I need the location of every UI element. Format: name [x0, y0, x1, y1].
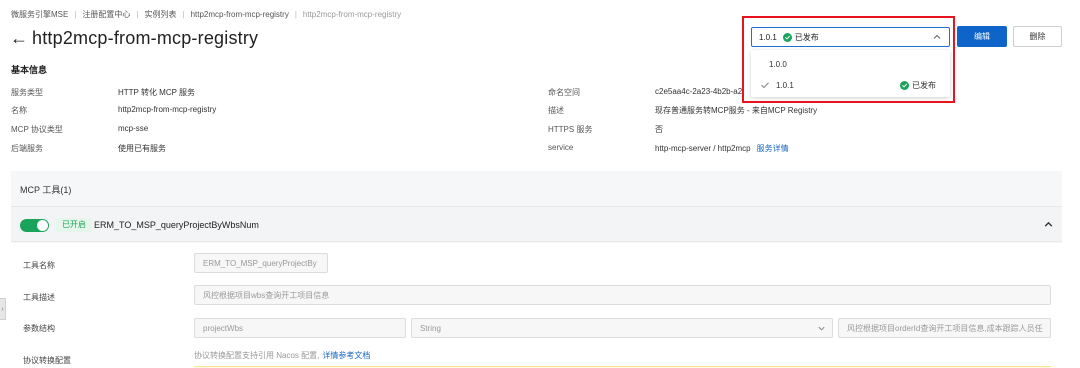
chevron-down-icon — [818, 326, 825, 331]
option-status-label: 已发布 — [912, 80, 936, 90]
selected-status: 已发布 — [794, 32, 819, 42]
version-option-selected[interactable]: 1.0.1 已发布 — [751, 75, 950, 95]
option-version: 1.0.0 — [769, 59, 787, 69]
version-option[interactable]: 1.0.0 — [751, 54, 950, 74]
tool-name: ERM_TO_MSP_queryProjectByWbsNum — [94, 220, 259, 230]
info-label: MCP 协议类型 — [11, 125, 63, 134]
version-select[interactable]: 1.0.1 已发布 — [751, 27, 950, 47]
protocol-hint-text: 协议转换配置支持引用 Nacos 配置, — [194, 351, 320, 360]
info-label: 描述 — [548, 106, 564, 115]
info-label: service — [548, 143, 574, 152]
info-value: http2mcp-from-mcp-registry — [118, 105, 217, 114]
service-detail-link[interactable]: 服务详情 — [757, 144, 789, 153]
info-label: HTTPS 服务 — [548, 125, 593, 134]
edit-button[interactable]: 编辑 — [957, 26, 1007, 47]
info-label: 后端服务 — [11, 144, 43, 153]
param-type-select[interactable]: String — [411, 318, 833, 338]
tool-desc-label: 工具描述 — [23, 293, 55, 302]
breadcrumb-item-current: http2mcp-from-mcp-registry — [302, 9, 402, 19]
param-desc-field[interactable]: 风控根据项目orderId查询开工项目信息,成本跟踪人员任 — [838, 318, 1051, 338]
selected-version: 1.0.1 — [759, 32, 777, 42]
mcp-tools-header: MCP 工具(1) — [20, 185, 72, 195]
breadcrumb-separator: | — [182, 9, 185, 19]
param-name-field[interactable]: projectWbs — [194, 318, 406, 338]
breadcrumb-separator: | — [136, 9, 139, 19]
protocol-label: 协议转换配置 — [23, 356, 71, 365]
mcp-tools-panel: MCP 工具(1) 已开启 ERM_TO_MSP_queryProjectByW… — [11, 171, 1062, 368]
info-value: 使用已有服务 — [118, 144, 166, 153]
chevron-up-icon[interactable] — [932, 32, 942, 42]
chevron-right-icon: › — [1, 305, 4, 313]
tool-form: 工具名称 ERM_TO_MSP_queryProjectBy 工具描述 风控根据… — [11, 243, 1062, 368]
basic-info-title: 基本信息 — [11, 65, 48, 75]
page-header: ← http2mcp-from-mcp-registry — [10, 27, 258, 49]
docs-link[interactable]: 详情参考文档 — [322, 351, 370, 360]
delete-button[interactable]: 删除 — [1013, 26, 1062, 47]
breadcrumb-item-registry[interactable]: 注册配置中心 — [82, 9, 130, 20]
params-label: 参数结构 — [23, 324, 55, 333]
option-version: 1.0.1 — [776, 80, 794, 90]
tool-header[interactable]: 已开启 ERM_TO_MSP_queryProjectByWbsNum — [11, 206, 1062, 242]
sidebar-expand-handle[interactable]: › — [0, 298, 6, 320]
breadcrumb-separator: | — [74, 9, 77, 19]
info-value: c2e5aa4c-2a23-4b2b-a2 — [655, 87, 743, 96]
info-value: http-mcp-server / http2mcp 服务详情 — [655, 143, 789, 154]
arrow-left-icon[interactable]: ← — [10, 29, 28, 47]
check-icon — [761, 82, 769, 89]
param-type-value: String — [420, 323, 441, 333]
info-value: 现存普通服务转MCP服务 - 来自MCP Registry — [655, 106, 818, 115]
protocol-hint: 协议转换配置支持引用 Nacos 配置, 详情参考文档 — [194, 350, 370, 361]
tool-name-label: 工具名称 — [23, 261, 55, 270]
check-circle-icon — [782, 32, 792, 42]
option-status: 已发布 — [900, 80, 936, 91]
check-circle-icon — [900, 80, 909, 90]
page-title: http2mcp-from-mcp-registry — [32, 27, 259, 48]
info-label: 名称 — [11, 106, 27, 115]
info-value: 否 — [655, 125, 663, 134]
breadcrumb-item-service[interactable]: http2mcp-from-mcp-registry — [191, 10, 289, 19]
info-value: mcp-sse — [118, 124, 149, 133]
info-value: HTTP 转化 MCP 服务 — [118, 88, 196, 97]
tool-name-field[interactable]: ERM_TO_MSP_queryProjectBy — [194, 253, 328, 273]
chevron-up-icon[interactable] — [1043, 219, 1054, 230]
tool-desc-field[interactable]: 风控根据项目wbs查询开工项目信息 — [194, 285, 1051, 305]
status-badge: 已开启 — [56, 218, 92, 232]
breadcrumb-item-mse[interactable]: 微服务引擎MSE — [11, 9, 68, 20]
info-label: 命名空间 — [548, 88, 580, 97]
service-name: http-mcp-server / http2mcp — [655, 144, 751, 153]
breadcrumb-separator: | — [294, 9, 297, 19]
breadcrumb-item-instances[interactable]: 实例列表 — [145, 9, 177, 20]
tool-enable-toggle[interactable] — [20, 219, 49, 232]
version-dropdown: 1.0.0 1.0.1 已发布 — [751, 50, 950, 97]
info-label: 服务类型 — [11, 88, 43, 97]
breadcrumb: 微服务引擎MSE | 注册配置中心 | 实例列表 | http2mcp-from… — [11, 8, 401, 20]
toggle-knob — [37, 220, 48, 231]
